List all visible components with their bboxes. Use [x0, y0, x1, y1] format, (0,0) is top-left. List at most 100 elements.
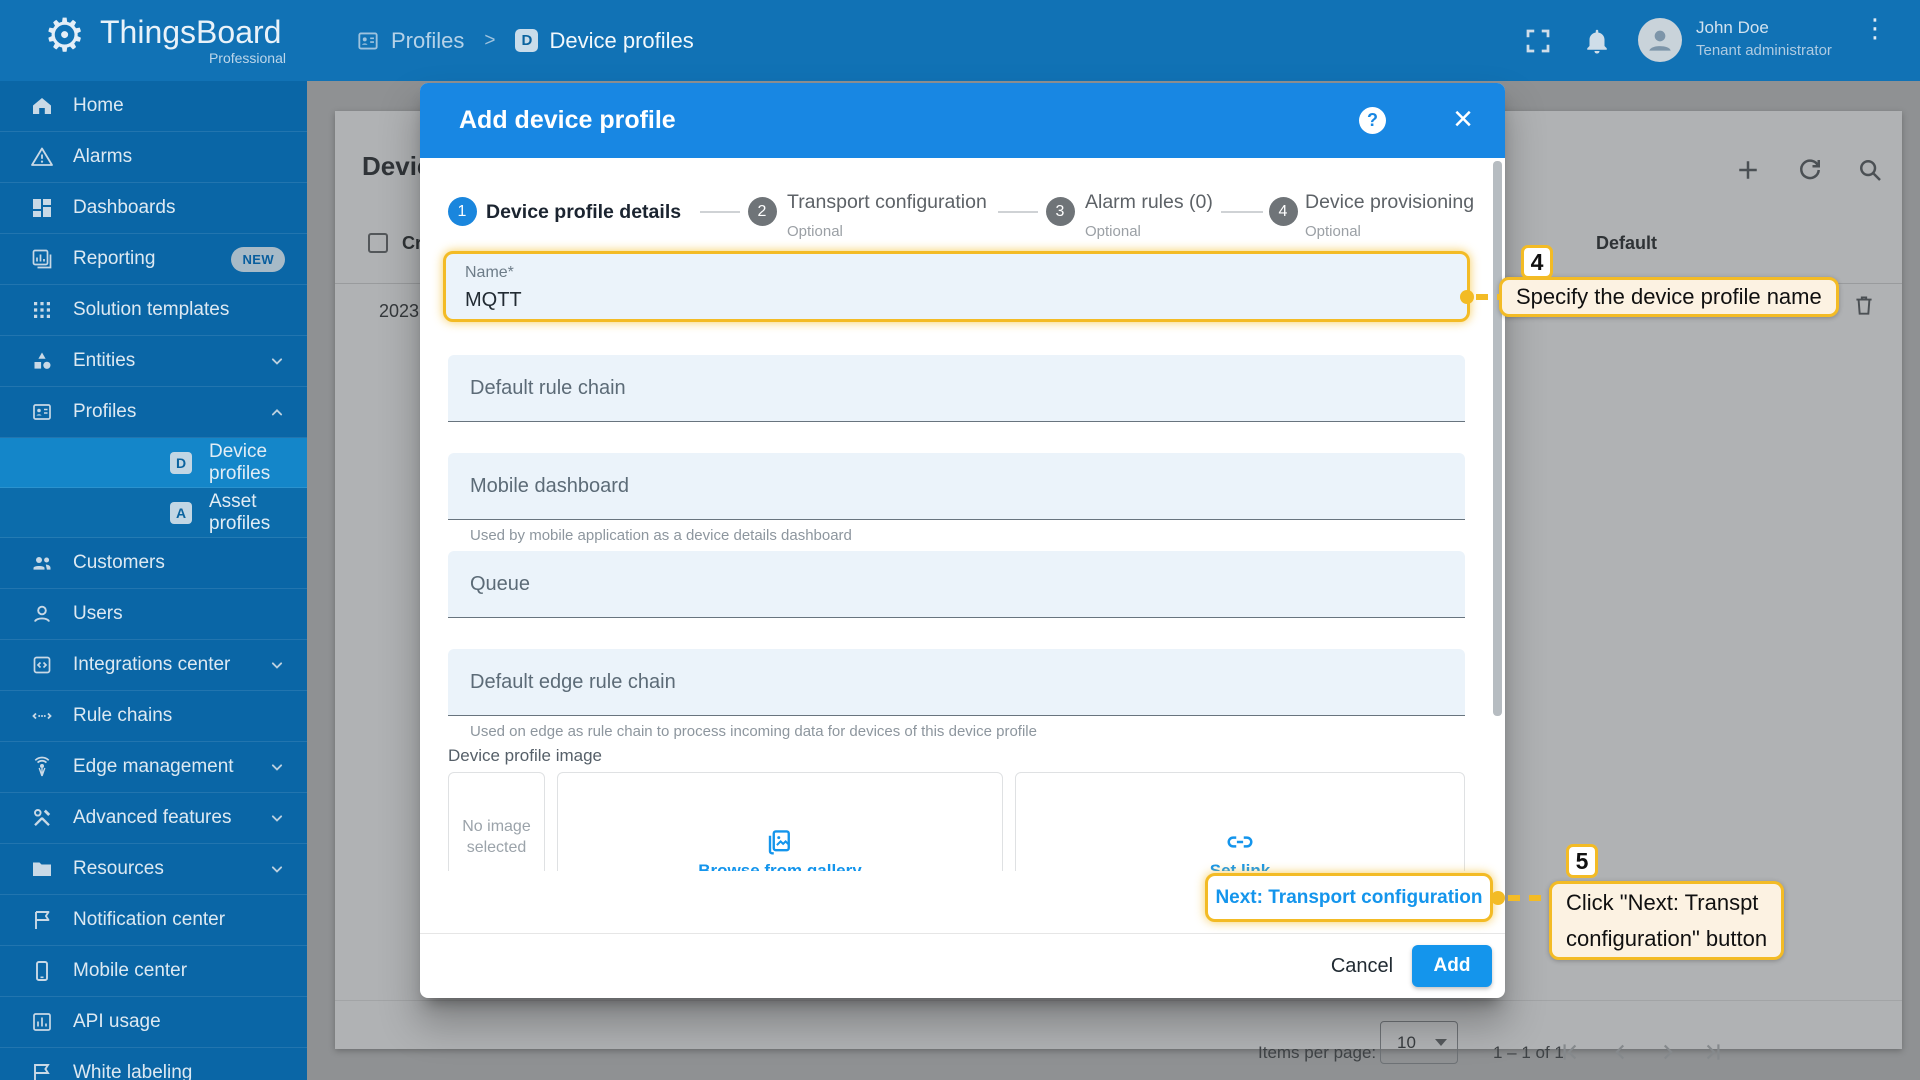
- next-page-icon[interactable]: [1655, 1039, 1681, 1065]
- sidebar-item-reporting[interactable]: Reporting NEW: [0, 234, 307, 285]
- add-entity-plus-icon[interactable]: [1733, 155, 1763, 185]
- annotation-4-connector-dashes: [1476, 294, 1500, 300]
- queue-field[interactable]: Queue: [448, 551, 1465, 618]
- notification-center-icon: [30, 908, 54, 932]
- sidebar-item-label: Users: [73, 603, 123, 624]
- select-all-checkbox[interactable]: [368, 233, 388, 253]
- stepper-connector-line: [1221, 211, 1263, 213]
- default-rule-chain-field[interactable]: Default rule chain: [448, 355, 1465, 422]
- sidebar-item-entities[interactable]: Entities: [0, 336, 307, 387]
- name-input[interactable]: MQTT: [465, 289, 1467, 312]
- logo-title: ThingsBoard: [100, 14, 282, 50]
- dialog-scrollbar[interactable]: [1493, 161, 1502, 716]
- annotation-5-callout: Click "Next: Transpt configuration" butt…: [1549, 881, 1785, 960]
- sidebar-item-alarms[interactable]: Alarms: [0, 132, 307, 183]
- sidebar-item-home[interactable]: Home: [0, 81, 307, 132]
- image-section: No image selected Browse from gallery Se…: [448, 772, 1465, 871]
- chevron-down-icon: [267, 757, 287, 777]
- new-badge: NEW: [231, 247, 285, 272]
- delete-trash-icon[interactable]: [1851, 292, 1877, 318]
- breadcrumb-device-profiles[interactable]: Device profiles: [549, 28, 693, 54]
- cancel-button[interactable]: Cancel: [1325, 945, 1399, 987]
- sidebar-item-white-labeling[interactable]: White labeling: [0, 1048, 307, 1080]
- close-icon[interactable]: ×: [1453, 99, 1473, 139]
- select-caret-icon: [1435, 1039, 1447, 1046]
- device-profiles-d-icon: D: [515, 29, 539, 52]
- help-icon[interactable]: ?: [1359, 107, 1386, 134]
- default-column-header[interactable]: Default: [1596, 233, 1657, 254]
- stepper-step-optional-label: Optional: [1305, 223, 1361, 240]
- stepper-step-1-circle[interactable]: 1: [447, 197, 477, 226]
- mobile-dashboard-helper-text: Used by mobile application as a device d…: [470, 527, 852, 544]
- breadcrumb-profiles[interactable]: Profiles: [391, 28, 464, 54]
- sidebar-item-api-usage[interactable]: API usage: [0, 997, 307, 1048]
- annotation-5-badge: 5: [1566, 844, 1598, 878]
- alarms-icon: [30, 145, 54, 169]
- sidebar-item-label: Solution templates: [73, 299, 230, 320]
- table-row-created-cell: 2023: [379, 301, 420, 321]
- sidebar-item-label: Resources: [73, 858, 164, 879]
- sidebar-item-customers[interactable]: Customers: [0, 538, 307, 589]
- advanced-features-icon: [30, 806, 54, 830]
- stepper-step-4-circle[interactable]: 4: [1268, 197, 1298, 226]
- stepper-step-label: Transport configuration: [787, 191, 987, 213]
- sidebar-item-users[interactable]: Users: [0, 589, 307, 640]
- items-per-page-select[interactable]: 10: [1380, 1021, 1458, 1064]
- sidebar-item-label: Advanced features: [73, 807, 232, 828]
- stepper-step-label: Alarm rules (0): [1085, 191, 1213, 213]
- user-avatar[interactable]: [1638, 18, 1682, 62]
- sidebar-item-profiles[interactable]: Profiles: [0, 387, 307, 438]
- set-link-button[interactable]: Set link: [1015, 772, 1465, 871]
- add-button[interactable]: Add: [1412, 945, 1492, 987]
- mobile-center-icon: [30, 959, 54, 983]
- sidebar-item-rule-chains[interactable]: Rule chains: [0, 691, 307, 742]
- default-edge-rule-chain-field[interactable]: Default edge rule chain: [448, 649, 1465, 716]
- fullscreen-icon[interactable]: [1523, 26, 1553, 56]
- sidebar-item-mobile-center[interactable]: Mobile center: [0, 946, 307, 997]
- sidebar-item-integrations-center[interactable]: Integrations center: [0, 640, 307, 691]
- stepper-step-3-circle[interactable]: 3: [1045, 197, 1075, 226]
- next-transport-configuration-button[interactable]: Next: Transport configuration: [1205, 873, 1493, 922]
- sidebar-item-label: Integrations center: [73, 654, 231, 675]
- sidebar-item-solution-templates[interactable]: Solution templates: [0, 285, 307, 336]
- pagination-range-label: 1 – 1 of 1: [1493, 1043, 1564, 1062]
- thingsboard-logo-gear-icon: ⚙: [44, 8, 86, 62]
- header-kebab-menu-icon[interactable]: ⋮: [1862, 15, 1888, 58]
- add-device-profile-dialog: Add device profile ? × 1 Device profile d…: [420, 83, 1505, 998]
- sidebar-item-advanced-features[interactable]: Advanced features: [0, 793, 307, 844]
- sidebar-item-label: White labeling: [73, 1062, 193, 1080]
- sidebar-item-device-profiles[interactable]: D Device profiles: [0, 438, 307, 488]
- sidebar-item-label: Edge management: [73, 756, 234, 777]
- sidebar-item-edge-management[interactable]: Edge management: [0, 742, 307, 793]
- rule-chains-icon: [30, 704, 54, 728]
- browse-from-gallery-button[interactable]: Browse from gallery: [557, 772, 1003, 871]
- resources-icon: [30, 857, 54, 881]
- customers-icon: [30, 551, 54, 575]
- search-icon[interactable]: [1855, 155, 1885, 185]
- sidebar-item-resources[interactable]: Resources: [0, 844, 307, 895]
- screen: ⚙ ThingsBoard Professional Profiles > D …: [0, 0, 1920, 1080]
- name-field-label: Name*: [465, 264, 514, 281]
- user-role: Tenant administrator: [1696, 42, 1832, 59]
- last-page-icon[interactable]: [1700, 1039, 1726, 1065]
- notifications-bell-icon[interactable]: [1582, 26, 1612, 56]
- chevron-down-icon: [267, 655, 287, 675]
- chevron-up-icon: [267, 402, 287, 422]
- mobile-dashboard-field[interactable]: Mobile dashboard: [448, 453, 1465, 520]
- first-page-icon[interactable]: [1557, 1039, 1583, 1065]
- refresh-icon[interactable]: [1795, 155, 1825, 185]
- chevron-down-icon: [267, 808, 287, 828]
- asset-profiles-letter-icon: A: [170, 501, 192, 524]
- previous-page-icon[interactable]: [1607, 1039, 1633, 1065]
- annotation-4-callout: Specify the device profile name: [1499, 277, 1839, 317]
- dialog-title: Add device profile: [459, 106, 676, 134]
- white-labeling-icon: [30, 1061, 54, 1080]
- sidebar-item-asset-profiles[interactable]: A Asset profiles: [0, 488, 307, 538]
- stepper-step-2-circle[interactable]: 2: [747, 197, 777, 226]
- sidebar-item-dashboards[interactable]: Dashboards: [0, 183, 307, 234]
- sidebar-item-notification-center[interactable]: Notification center: [0, 895, 307, 946]
- sidebar-item-label: Profiles: [73, 401, 137, 422]
- annotation-4-badge: 4: [1521, 245, 1553, 279]
- sidebar-item-label: API usage: [73, 1011, 161, 1032]
- sidebar-item-label: Mobile center: [73, 960, 188, 981]
